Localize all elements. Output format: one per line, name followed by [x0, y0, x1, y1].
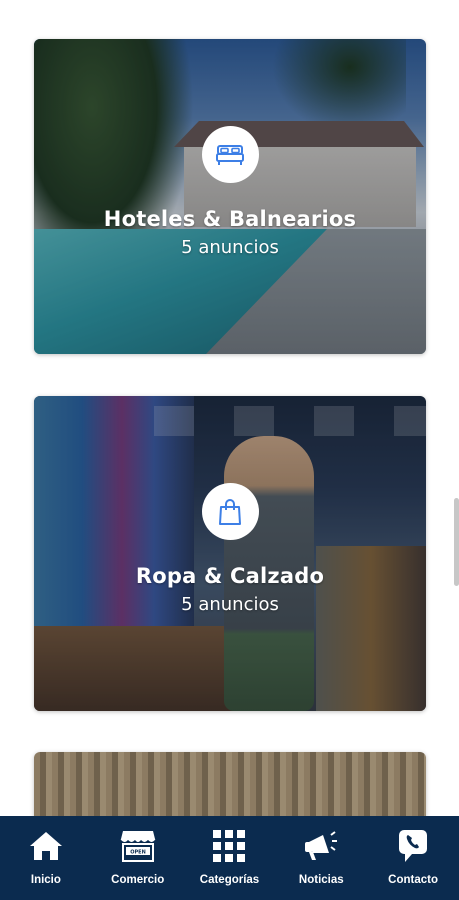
- category-count: 5 anuncios: [181, 594, 279, 615]
- curtain-image: [34, 752, 426, 822]
- category-card-partial[interactable]: [34, 752, 426, 822]
- category-card-clothing[interactable]: Ropa & Calzado 5 anuncios: [34, 396, 426, 711]
- nav-item-inicio[interactable]: Inicio: [0, 828, 92, 886]
- category-title: Hoteles & Balnearios: [103, 207, 357, 231]
- nav-label: Contacto: [388, 874, 438, 886]
- nav-label: Noticias: [298, 874, 344, 886]
- nav-label: Categorías: [199, 874, 260, 886]
- category-title: Ropa & Calzado: [135, 564, 325, 588]
- nav-label: Comercio: [111, 874, 165, 886]
- shopping-bag-icon: [201, 483, 259, 540]
- category-count: 5 anuncios: [181, 237, 279, 258]
- category-card-hotels[interactable]: Hoteles & Balnearios 5 anuncios: [34, 39, 426, 354]
- svg-text:OPEN: OPEN: [130, 850, 146, 856]
- grid-icon: [211, 828, 247, 864]
- card-content: Ropa & Calzado 5 anuncios: [34, 483, 426, 615]
- bed-icon: [201, 126, 259, 183]
- home-icon: [28, 828, 64, 864]
- nav-item-comercio[interactable]: OPEN Comercio: [92, 828, 184, 886]
- nav-item-categorias[interactable]: Categorías: [184, 828, 276, 886]
- app-screen: Hoteles & Balnearios 5 anuncios Ropa & C…: [0, 0, 459, 900]
- megaphone-icon: [303, 828, 339, 864]
- store-icon: OPEN: [120, 828, 156, 864]
- nav-label: Inicio: [30, 874, 61, 886]
- phone-chat-icon: [395, 828, 431, 864]
- nav-item-contacto[interactable]: Contacto: [367, 828, 459, 886]
- card-content: Hoteles & Balnearios 5 anuncios: [34, 126, 426, 258]
- bottom-navigation: Inicio OPEN Comercio Categorías Noticias…: [0, 816, 459, 900]
- scrollbar[interactable]: [454, 498, 459, 586]
- nav-item-noticias[interactable]: Noticias: [275, 828, 367, 886]
